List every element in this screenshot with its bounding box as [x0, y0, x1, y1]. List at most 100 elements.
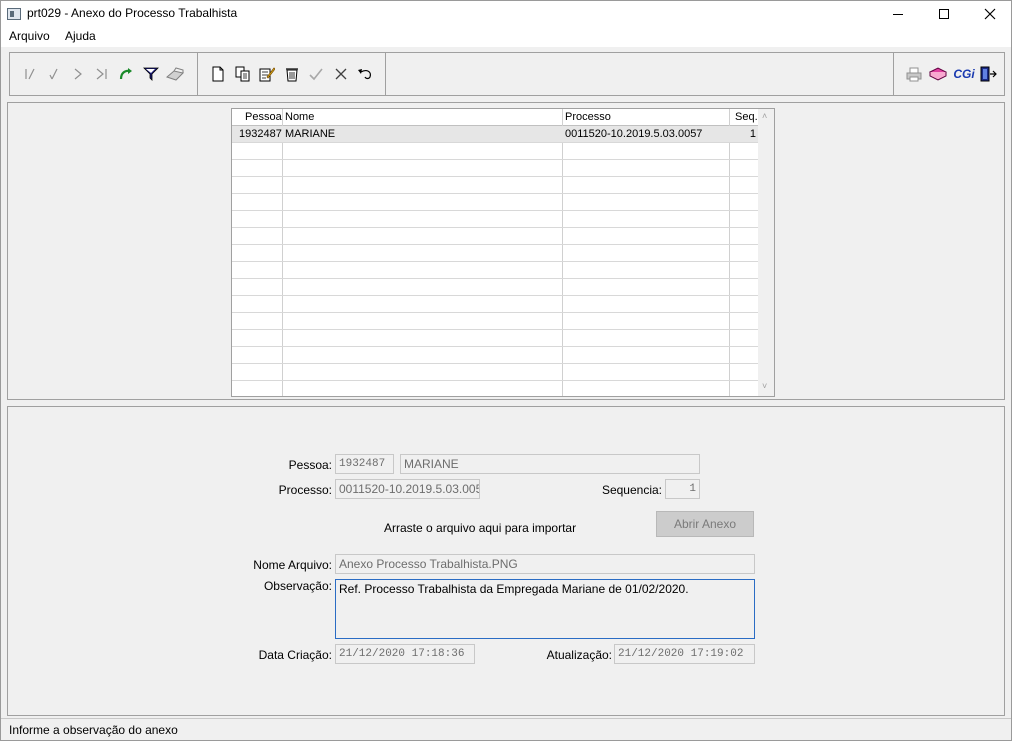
table-row-empty[interactable]: [232, 143, 758, 160]
cgi-button[interactable]: CGi: [952, 64, 976, 84]
data-criacao-label: Data Criação:: [258, 648, 332, 662]
table-row-empty[interactable]: [232, 194, 758, 211]
table-row-empty[interactable]: [232, 211, 758, 228]
cgi-icon: CGi: [953, 67, 975, 81]
detail-form-panel: Pessoa: 1932487 MARIANE Processo: 001152…: [7, 406, 1005, 716]
edit-record-button[interactable]: [257, 64, 277, 84]
cell-pessoa: 1932487: [239, 128, 282, 140]
processo-field[interactable]: 0011520-10.2019.5.03.0057: [335, 479, 480, 499]
minimize-icon: [893, 13, 903, 15]
print-button[interactable]: [904, 64, 924, 84]
grid-header: Pessoa Nome Processo Seq.: [232, 109, 758, 126]
table-row-empty[interactable]: [232, 347, 758, 364]
undo-icon: [358, 69, 371, 80]
table-row-empty[interactable]: [232, 245, 758, 262]
help-book-icon: [929, 67, 947, 81]
sequencia-label: Sequencia:: [601, 483, 662, 497]
filter-icon: [143, 67, 159, 81]
app-window: prt029 - Anexo do Processo Trabalhista A…: [0, 0, 1012, 741]
column-header-nome[interactable]: Nome: [285, 111, 314, 123]
refresh-button[interactable]: [116, 64, 136, 84]
title-bar: prt029 - Anexo do Processo Trabalhista: [1, 1, 1011, 27]
next-record-icon: [74, 68, 82, 80]
edit-record-icon: [259, 67, 275, 82]
new-record-icon: [212, 66, 224, 82]
pessoa-label: Pessoa:: [288, 458, 332, 472]
table-row-empty[interactable]: [232, 313, 758, 330]
filter-button[interactable]: [141, 64, 161, 84]
clear-filter-button[interactable]: [165, 64, 185, 84]
table-row-empty[interactable]: [232, 177, 758, 194]
prior-record-icon: [49, 68, 58, 80]
delete-record-button[interactable]: [282, 64, 302, 84]
pessoa-code-field[interactable]: 1932487: [335, 454, 394, 474]
exit-button[interactable]: [978, 64, 998, 84]
cell-nome: MARIANE: [285, 128, 336, 140]
atualizacao-field[interactable]: 21/12/2020 17:19:02: [614, 644, 755, 664]
close-button[interactable]: [967, 1, 1012, 27]
first-record-icon: [25, 68, 35, 80]
nome-arquivo-field[interactable]: Anexo Processo Trabalhista.PNG: [335, 554, 755, 574]
grid-panel: Pessoa Nome Processo Seq. 1932487 MARIAN…: [7, 102, 1005, 400]
toolbar: CGi: [9, 52, 1005, 96]
confirm-button[interactable]: [306, 64, 326, 84]
last-record-button[interactable]: [92, 64, 112, 84]
cancel-button[interactable]: [331, 64, 351, 84]
observacao-textarea[interactable]: Ref. Processo Trabalhista da Empregada M…: [335, 579, 755, 639]
undo-button[interactable]: [355, 64, 375, 84]
cell-seq: 1: [749, 128, 756, 140]
table-row-empty[interactable]: [232, 330, 758, 347]
confirm-icon: [309, 68, 323, 81]
new-record-button[interactable]: [208, 64, 228, 84]
column-header-processo[interactable]: Processo: [565, 111, 611, 123]
table-row-empty[interactable]: [232, 364, 758, 381]
processo-label: Processo:: [278, 483, 332, 497]
menu-arquivo[interactable]: Arquivo: [7, 29, 52, 43]
help-book-button[interactable]: [928, 64, 948, 84]
observacao-label: Observação:: [263, 579, 332, 593]
app-icon: [7, 8, 21, 20]
status-bar: Informe a observação do anexo: [1, 718, 1011, 740]
copy-record-button[interactable]: [233, 64, 253, 84]
refresh-icon: [119, 68, 132, 80]
data-criacao-field[interactable]: 21/12/2020 17:18:36: [335, 644, 475, 664]
toolbar-right-group: CGi: [893, 53, 1004, 95]
table-row-empty[interactable]: [232, 160, 758, 177]
table-row-empty[interactable]: [232, 296, 758, 313]
toolbar-navigation-group: [10, 53, 198, 95]
exit-icon: [980, 66, 997, 82]
drop-zone-hint[interactable]: Arraste o arquivo aqui para importar: [384, 521, 576, 535]
maximize-icon: [939, 9, 949, 19]
menu-ajuda[interactable]: Ajuda: [63, 29, 98, 43]
copy-record-icon: [235, 66, 250, 82]
clear-filter-icon: [166, 67, 184, 81]
pessoa-name-field[interactable]: MARIANE: [400, 454, 700, 474]
menu-bar: Arquivo Ajuda: [1, 27, 1011, 47]
abrir-anexo-button[interactable]: Abrir Anexo: [656, 511, 754, 537]
delete-record-icon: [286, 68, 298, 82]
table-row-empty[interactable]: [232, 228, 758, 245]
cancel-icon: [335, 68, 347, 80]
table-row[interactable]: 1932487 MARIANE 0011520-10.2019.5.03.005…: [232, 126, 758, 143]
table-row-empty[interactable]: [232, 279, 758, 296]
records-grid[interactable]: Pessoa Nome Processo Seq. 1932487 MARIAN…: [231, 108, 775, 397]
table-row-empty[interactable]: [232, 381, 758, 396]
atualizacao-label: Atualização:: [546, 648, 612, 662]
minimize-button[interactable]: [875, 1, 921, 27]
nome-arquivo-label: Nome Arquivo:: [253, 558, 332, 572]
first-record-button[interactable]: [20, 64, 40, 84]
column-header-seq[interactable]: Seq.: [735, 111, 758, 123]
column-header-pessoa[interactable]: Pessoa: [245, 111, 282, 123]
scroll-down-icon[interactable]: ˅: [762, 381, 767, 391]
scroll-up-icon[interactable]: ˄: [762, 111, 767, 121]
toolbar-edit-group: [198, 53, 386, 95]
prior-record-button[interactable]: [44, 64, 64, 84]
next-record-button[interactable]: [68, 64, 88, 84]
print-icon: [906, 67, 922, 82]
maximize-button[interactable]: [921, 1, 967, 27]
sequencia-field[interactable]: 1: [665, 479, 700, 499]
last-record-icon: [96, 68, 107, 80]
table-row-empty[interactable]: [232, 262, 758, 279]
status-text: Informe a observação do anexo: [9, 723, 178, 737]
grid-vertical-scrollbar[interactable]: ˄ ˅: [758, 109, 774, 396]
